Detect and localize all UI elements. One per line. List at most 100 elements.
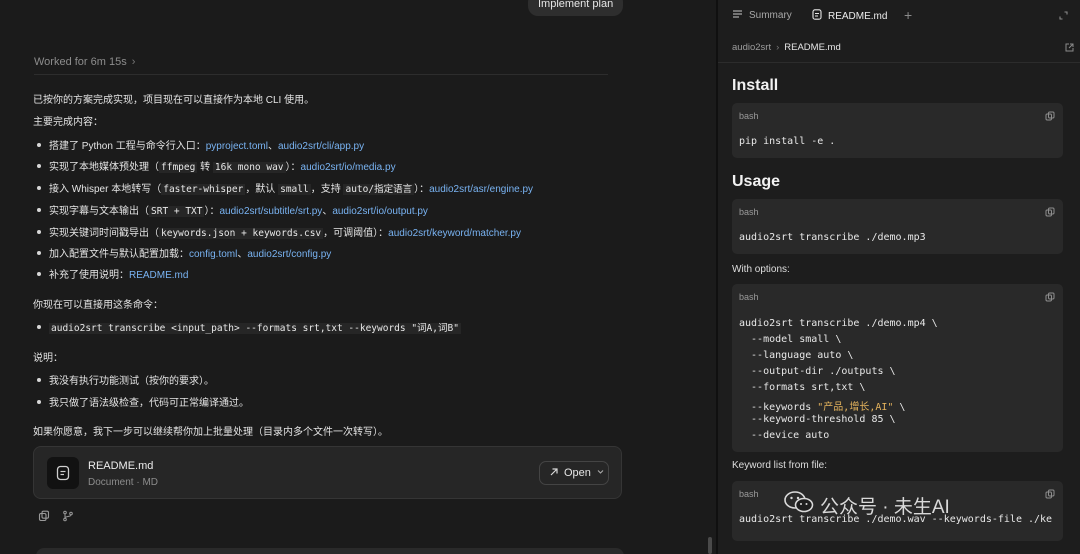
file-link[interactable]: audio2srt/asr/engine.py bbox=[429, 184, 533, 195]
code-block: bash pip install -e . bbox=[732, 103, 1063, 158]
code-language: bash bbox=[739, 111, 759, 121]
code-line: --device auto bbox=[739, 430, 830, 441]
branch-icon[interactable] bbox=[62, 510, 74, 525]
bullet bbox=[37, 230, 41, 234]
chevron-right-icon: › bbox=[776, 42, 780, 53]
list-item: 搭建了 Python 工程与命令行入口：pyproject.toml、audio… bbox=[33, 137, 364, 152]
code-line: audio2srt transcribe ./demo.mp3 bbox=[739, 232, 926, 243]
code-language: bash bbox=[739, 207, 759, 217]
arrow-up-right-icon bbox=[549, 467, 559, 480]
code-block: bash audio2srt transcribe ./demo.mp3 bbox=[732, 199, 1063, 254]
breadcrumb-current: README.md bbox=[784, 42, 841, 53]
bullet bbox=[37, 143, 41, 147]
tab-bar: Summary README.md + bbox=[718, 0, 1080, 34]
wechat-icon bbox=[784, 490, 814, 520]
bullet bbox=[37, 325, 41, 329]
composer-edge bbox=[36, 548, 624, 554]
code-line: --keyword-threshold 85 \ bbox=[739, 414, 896, 425]
scrollbar[interactable] bbox=[708, 537, 712, 554]
bullet bbox=[37, 164, 41, 168]
intro-text: 已按你的方案完成实现，项目现在可以直接作为本地 CLI 使用。 bbox=[33, 95, 315, 106]
copy-icon[interactable] bbox=[1045, 207, 1055, 220]
file-meta: Document · MD bbox=[88, 477, 159, 488]
breadcrumb: audio2srt › README.md bbox=[732, 42, 841, 53]
file-link[interactable]: audio2srt/io/media.py bbox=[301, 162, 396, 173]
inline-code: auto/指定语言 bbox=[343, 184, 415, 195]
open-label: Open bbox=[564, 467, 591, 479]
copy-icon[interactable] bbox=[38, 510, 50, 525]
breadcrumb-item[interactable]: audio2srt bbox=[732, 42, 771, 53]
tab-readme[interactable]: README.md bbox=[812, 9, 887, 23]
command-heading: 你现在可以直接用这条命令： bbox=[33, 300, 163, 311]
implement-plan-message: Implement plan bbox=[528, 0, 624, 16]
file-link[interactable]: audio2srt/subtitle/srt.py bbox=[219, 206, 322, 217]
add-tab-icon[interactable]: + bbox=[904, 7, 912, 23]
open-external-icon[interactable] bbox=[1065, 43, 1074, 55]
document-icon bbox=[47, 457, 79, 489]
inline-code: SRT + TXT bbox=[149, 206, 205, 217]
chevron-down-icon bbox=[596, 467, 605, 479]
copy-icon[interactable] bbox=[1045, 111, 1055, 124]
list-item: 实现关键词时间戳导出（ keywords.json + keywords.csv，… bbox=[33, 224, 521, 239]
file-link[interactable]: README.md bbox=[129, 270, 188, 281]
copy-icon[interactable] bbox=[1045, 489, 1055, 502]
open-button[interactable]: Open bbox=[539, 461, 609, 485]
inline-code: 16k mono wav bbox=[212, 162, 286, 173]
file-link[interactable]: config.toml bbox=[189, 249, 237, 260]
file-link[interactable]: audio2srt/cli/app.py bbox=[278, 141, 364, 152]
inline-code: audio2srt transcribe <input_path> --form… bbox=[49, 323, 461, 334]
bullet bbox=[37, 208, 41, 212]
document-icon bbox=[812, 9, 822, 23]
code-line: --output-dir ./outputs \ bbox=[739, 366, 896, 377]
file-link[interactable]: pyproject.toml bbox=[206, 141, 268, 152]
list-item: 我没有执行功能测试（按你的要求）。 bbox=[33, 372, 214, 387]
list-item: 补充了使用说明：README.md bbox=[33, 266, 188, 281]
file-link[interactable]: audio2srt/keyword/matcher.py bbox=[388, 228, 521, 239]
list-item: audio2srt transcribe <input_path> --form… bbox=[33, 320, 461, 334]
code-language: bash bbox=[739, 489, 759, 499]
code-line: --formats srt,txt \ bbox=[739, 382, 866, 393]
code-line: --keywords "产品,增长,AI" \ bbox=[739, 402, 906, 413]
copy-icon[interactable] bbox=[1045, 292, 1055, 305]
code-language: bash bbox=[739, 292, 759, 302]
bullet bbox=[37, 400, 41, 404]
message-actions bbox=[38, 510, 74, 525]
worked-for-toggle[interactable]: Worked for 6m 15s › bbox=[34, 56, 135, 68]
inline-code: faster-whisper bbox=[161, 184, 246, 195]
chevron-right-icon: › bbox=[131, 56, 136, 68]
inline-code: small bbox=[278, 184, 311, 195]
file-name: README.md bbox=[88, 460, 154, 472]
list-icon bbox=[732, 9, 743, 22]
list-item: 实现了本地媒体预处理（ ffmpeg 转 16k mono wav ）：audio2… bbox=[33, 158, 396, 173]
bullet bbox=[37, 186, 41, 190]
readme-panel: Summary README.md + audio2srt › README.md … bbox=[718, 0, 1080, 554]
list-item: 我只做了语法级检查，代码可正常编译通过。 bbox=[33, 394, 249, 409]
code-line: pip install -e . bbox=[739, 136, 836, 147]
with-options-text: With options: bbox=[732, 264, 790, 275]
inline-code: keywords.json + keywords.csv bbox=[159, 228, 324, 239]
inline-code: ffmpeg bbox=[159, 162, 198, 173]
tab-summary[interactable]: Summary bbox=[732, 9, 792, 22]
file-link[interactable]: audio2srt/config.py bbox=[247, 249, 331, 260]
list-item: 实现字幕与文本输出（ SRT + TXT ）：audio2srt/subtitle/… bbox=[33, 202, 428, 217]
notes-heading: 说明： bbox=[33, 353, 63, 364]
install-heading: Install bbox=[732, 77, 779, 94]
worked-for-label: Worked for 6m 15s bbox=[34, 56, 127, 68]
keyword-list-text: Keyword list from file: bbox=[732, 460, 828, 471]
file-card[interactable]: README.md Document · MD Open bbox=[33, 446, 622, 499]
expand-icon[interactable] bbox=[1059, 11, 1068, 23]
code-block: bash audio2srt transcribe ./demo.mp4 \ -… bbox=[732, 284, 1063, 452]
file-link[interactable]: audio2srt/io/output.py bbox=[332, 206, 428, 217]
chat-pane: Implement plan Worked for 6m 15s › 已按你的方案… bbox=[0, 0, 716, 554]
code-line: audio2srt transcribe ./demo.mp4 \ bbox=[739, 318, 938, 329]
string-literal: "产品,增长,AI" bbox=[817, 402, 894, 413]
watermark-text: 公众号 · 未生AI bbox=[820, 496, 950, 518]
bullet bbox=[37, 251, 41, 255]
list-item: 接入 Whisper 本地转写（ faster-whisper ，默认 small，… bbox=[33, 180, 533, 195]
usage-heading: Usage bbox=[732, 173, 781, 190]
list-item: 加入配置文件与默认配置加载：config.toml、audio2srt/conf… bbox=[33, 245, 331, 260]
divider bbox=[34, 74, 608, 75]
bullet bbox=[37, 272, 41, 276]
code-line: --model small \ bbox=[739, 334, 842, 345]
divider bbox=[718, 62, 1080, 63]
